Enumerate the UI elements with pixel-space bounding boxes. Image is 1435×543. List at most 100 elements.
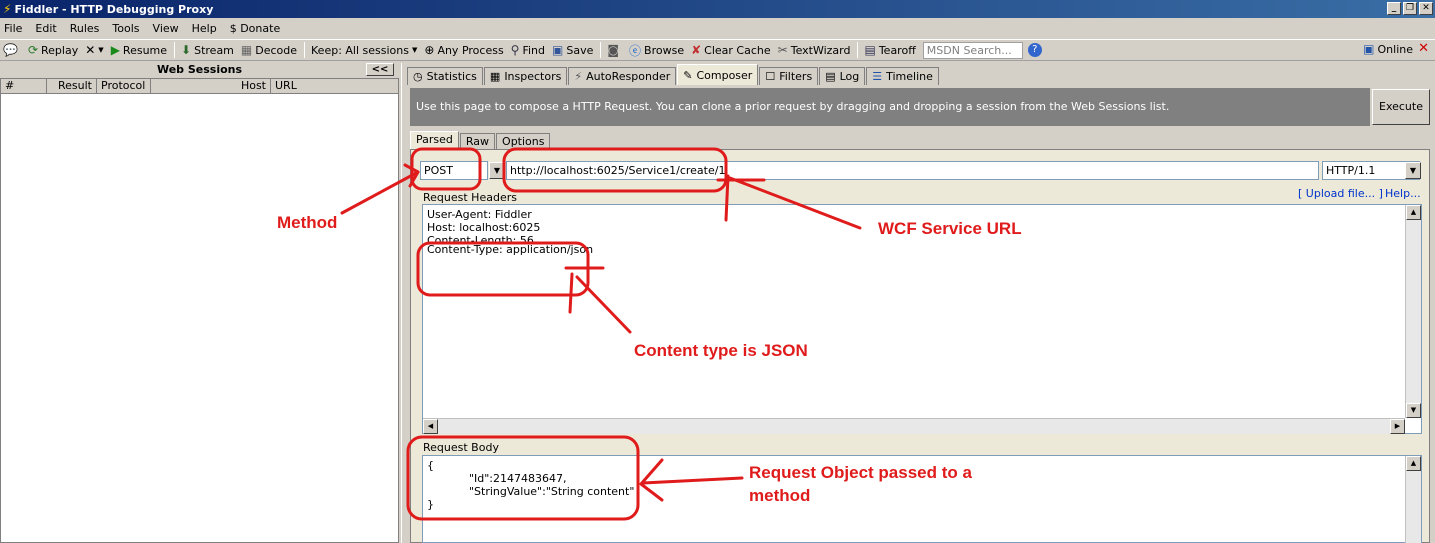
stopwatch-icon: ◷ <box>413 70 423 83</box>
panel-splitter[interactable] <box>401 63 406 543</box>
tab-composer[interactable]: ✎ Composer <box>677 64 759 85</box>
header-line: Content-Type: application/json <box>427 243 594 256</box>
tab-log-label: Log <box>839 70 860 83</box>
camera-icon: ◙ <box>607 43 620 57</box>
execute-button[interactable]: Execute <box>1372 89 1430 125</box>
body-vertical-scrollbar[interactable]: ▲ <box>1405 456 1421 543</box>
collapse-button[interactable]: << <box>366 63 394 76</box>
request-headers-label: Request Headers <box>423 191 517 204</box>
method-select[interactable]: POST <box>420 161 488 180</box>
scroll-down-icon[interactable]: ▼ <box>1406 403 1421 418</box>
online-label: Online <box>1377 42 1413 56</box>
menu-tools[interactable]: Tools <box>112 22 139 35</box>
tab-statistics[interactable]: ◷ Statistics <box>407 67 483 85</box>
stream-button[interactable]: ⬇ Stream <box>181 43 234 57</box>
msdn-search-input[interactable]: MSDN Search... <box>922 41 1023 59</box>
url-input[interactable]: http://localhost:6025/Service1/create/1 <box>506 161 1319 180</box>
find-button[interactable]: ⚲ Find <box>511 43 545 57</box>
web-sessions-title: Web Sessions <box>156 63 243 76</box>
toolbar-separator <box>857 42 859 58</box>
menu-edit[interactable]: Edit <box>35 22 56 35</box>
tab-raw[interactable]: Raw <box>459 133 496 149</box>
toolbar: 💬 ⟳ Replay ✕ ▼ ▶ Resume ⬇ Stream ▦ Decode Kee… <box>0 39 1435 61</box>
tab-inspectors[interactable]: ▦ Inspectors <box>483 67 568 85</box>
menu-rules[interactable]: Rules <box>70 22 100 35</box>
web-sessions-panel: Web Sessions << # Result Protocol Host U… <box>0 63 399 543</box>
ie-icon: ⓔ <box>629 43 642 58</box>
annotation-method: Method <box>277 213 338 232</box>
clear-cache-button[interactable]: ✘ Clear Cache <box>691 43 771 57</box>
column-result[interactable]: Result <box>47 79 97 93</box>
tab-parsed[interactable]: Parsed <box>410 131 459 149</box>
crosshair-icon: ⊕ <box>424 43 435 57</box>
tab-options[interactable]: Options <box>496 133 551 149</box>
binoculars-icon: ⚲ <box>510 43 520 57</box>
clear-cache-label: Clear Cache <box>704 43 771 57</box>
resume-button[interactable]: ▶ Resume <box>111 43 167 57</box>
remove-button[interactable]: ✕ ▼ <box>85 43 103 57</box>
headers-vertical-scrollbar[interactable]: ▲ ▼ <box>1405 205 1421 418</box>
menu-view[interactable]: View <box>153 22 179 35</box>
keep-sessions-dropdown[interactable]: Keep: All sessions ▼ <box>311 44 417 57</box>
menu-donate[interactable]: $ Donate <box>230 22 281 35</box>
headers-horizontal-scrollbar[interactable]: ◀ ▶ <box>423 418 1405 434</box>
scroll-left-icon[interactable]: ◀ <box>423 419 438 434</box>
tab-filters-label: Filters <box>779 70 813 83</box>
close-button[interactable]: ✕ <box>1419 2 1433 15</box>
scroll-up-icon[interactable]: ▲ <box>1406 456 1421 471</box>
speech-bubble-icon: 💬 <box>3 43 18 57</box>
dropdown-arrow-icon: ▼ <box>411 46 418 54</box>
scroll-right-icon[interactable]: ▶ <box>1390 419 1405 434</box>
inspector-icon: ▦ <box>489 70 501 83</box>
scroll-up-icon[interactable]: ▲ <box>1406 205 1421 220</box>
comment-button[interactable]: 💬 <box>3 43 21 57</box>
play-icon: ▶ <box>110 43 120 57</box>
upload-file-link[interactable]: [ Upload file... ] <box>1298 187 1383 200</box>
restore-button[interactable]: ❐ <box>1403 2 1417 15</box>
stream-label: Stream <box>194 43 234 57</box>
request-body-label: Request Body <box>423 441 499 454</box>
decode-icon: ▦ <box>240 43 253 57</box>
column-url[interactable]: URL <box>271 79 398 93</box>
resume-label: Resume <box>122 43 168 57</box>
tearoff-button[interactable]: ▤ Tearoff <box>864 43 915 57</box>
method-dropdown-arrow-icon[interactable]: ▼ <box>489 162 505 179</box>
sessions-list[interactable]: # Result Protocol Host URL <box>0 78 399 543</box>
tab-log[interactable]: ▤ Log <box>819 67 866 85</box>
column-protocol[interactable]: Protocol <box>97 79 151 93</box>
textwizard-button[interactable]: ✂ TextWizard <box>778 43 851 57</box>
tab-filters[interactable]: ☐ Filters <box>759 67 819 85</box>
toolbar-separator <box>600 42 602 58</box>
screenshot-button[interactable]: ◙ <box>607 43 622 57</box>
tab-timeline[interactable]: ☰ Timeline <box>866 67 939 85</box>
replay-button[interactable]: ⟳ Replay <box>28 43 78 57</box>
timeline-icon: ☰ <box>872 70 883 83</box>
window-title: Fiddler - HTTP Debugging Proxy <box>14 2 214 16</box>
browse-button[interactable]: ⓔ Browse <box>629 42 684 59</box>
decode-button[interactable]: ▦ Decode <box>241 43 297 57</box>
annotation-content-type: Content type is JSON <box>634 341 808 360</box>
save-label: Save <box>566 43 594 57</box>
menu-file[interactable]: File <box>4 22 22 35</box>
decode-label: Decode <box>255 43 298 57</box>
close-toolbar-icon[interactable]: ✕ <box>1418 41 1429 56</box>
tab-inspectors-label: Inspectors <box>504 70 562 83</box>
column-host[interactable]: Host <box>151 79 271 93</box>
any-process-button[interactable]: ⊕ Any Process <box>424 43 503 57</box>
online-indicator[interactable]: ▣ Online <box>1363 42 1413 56</box>
any-process-label: Any Process <box>437 43 504 57</box>
clear-cache-icon: ✘ <box>691 43 702 57</box>
column-number[interactable]: # <box>1 79 47 93</box>
menu-help[interactable]: Help <box>192 22 217 35</box>
minimize-button[interactable]: _ <box>1387 2 1401 15</box>
browse-label: Browse <box>644 43 685 57</box>
save-button[interactable]: ▣ Save <box>552 43 593 57</box>
version-dropdown-arrow-icon[interactable]: ▼ <box>1405 162 1421 179</box>
help-link[interactable]: Help... <box>1385 187 1421 200</box>
help-icon[interactable]: ? <box>1027 43 1042 57</box>
textwizard-label: TextWizard <box>790 43 851 57</box>
find-label: Find <box>522 43 546 57</box>
replay-label: Replay <box>41 43 79 57</box>
tab-autoresponder[interactable]: ⚡ AutoResponder <box>568 67 677 85</box>
menu-bar: File Edit Rules Tools View Help $ Donate <box>0 19 1435 37</box>
